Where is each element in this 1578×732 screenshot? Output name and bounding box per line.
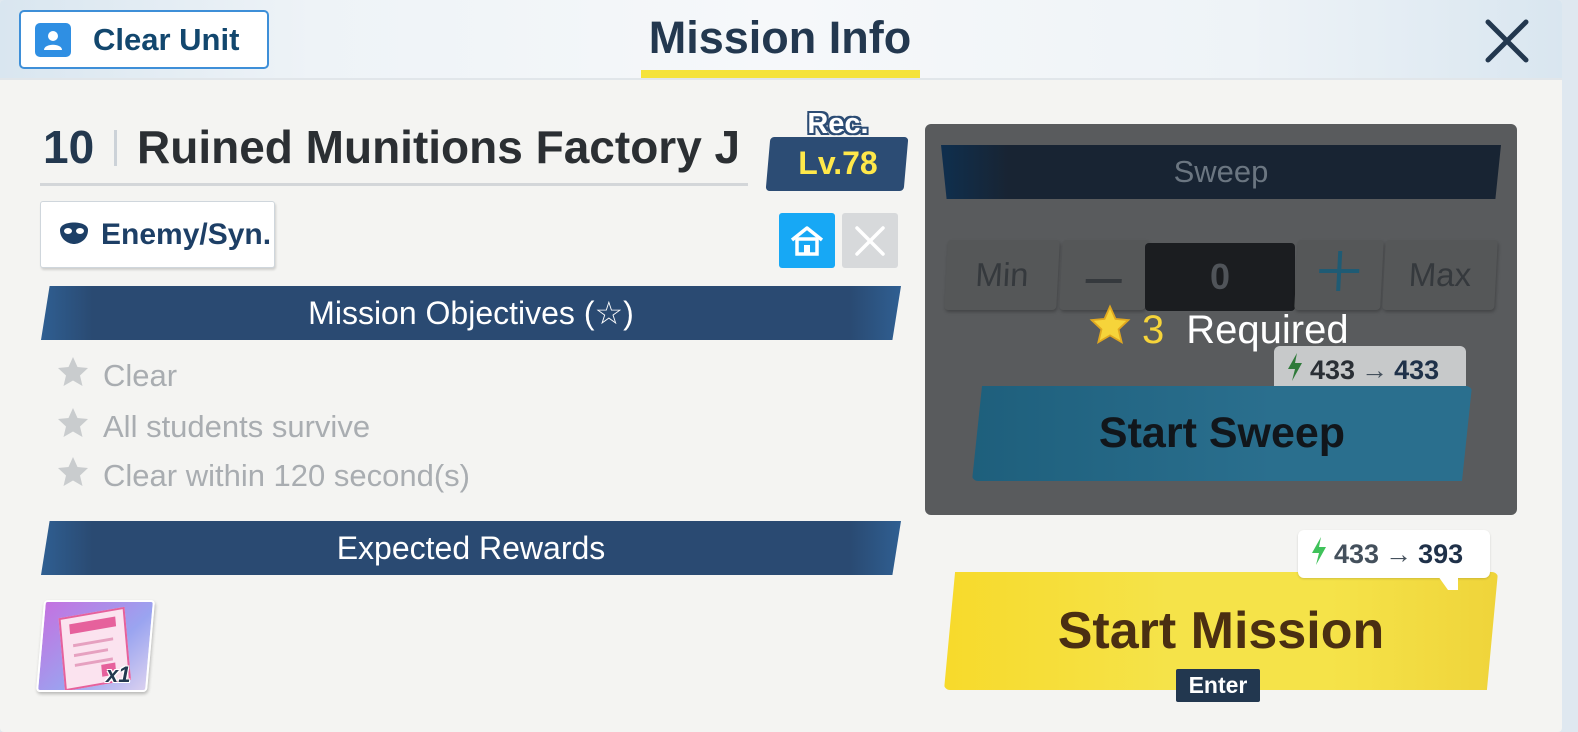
star-icon: [55, 405, 91, 449]
reward-quantity: x1: [106, 662, 131, 687]
start-sweep-button[interactable]: Start Sweep: [972, 386, 1472, 481]
objective-label: All students survive: [103, 409, 371, 444]
expected-rewards-label: Expected Rewards: [336, 529, 606, 566]
sweep-count-value: 0: [1209, 256, 1231, 297]
title-underline: [641, 70, 920, 78]
objective-label: Clear: [103, 358, 178, 393]
sweep-plus-button[interactable]: [1294, 240, 1384, 310]
expected-rewards-heading: Expected Rewards: [41, 521, 901, 575]
star-icon: [55, 354, 91, 398]
start-mission-label: Start Mission: [1057, 602, 1385, 660]
sweep-ap-to: 433: [1394, 354, 1440, 385]
disabled-x-icon[interactable]: [842, 213, 898, 268]
enemy-mask-icon: [57, 216, 91, 254]
user-icon: [35, 22, 71, 57]
enter-key-hint: Enter: [1176, 669, 1260, 702]
sweep-max-button[interactable]: Max: [1382, 240, 1498, 310]
clear-unit-label: Clear Unit: [93, 21, 240, 57]
sweep-min-button[interactable]: Min: [944, 240, 1060, 310]
sweep-min-label: Min: [974, 256, 1030, 293]
home-icon[interactable]: [779, 213, 835, 268]
arrow-right-icon: →: [1361, 354, 1389, 385]
lightning-icon: [1310, 536, 1328, 573]
clear-unit-button[interactable]: Clear Unit: [19, 10, 269, 69]
stage-divider: [40, 183, 748, 186]
plus-icon: [1316, 249, 1363, 301]
stage-separator: [114, 130, 117, 166]
sweep-header: Sweep: [941, 145, 1501, 199]
enemy-tag-label: Enemy/Syn.: [101, 217, 272, 251]
mission-ap-to: 393: [1418, 538, 1464, 569]
sweep-ap-from: 433: [1310, 354, 1356, 385]
reward-item-card[interactable]: [35, 600, 156, 692]
recommended-level: Lv.78: [798, 145, 878, 181]
stage-number: 10: [43, 121, 95, 173]
mission-objectives-heading: Mission Objectives (☆): [41, 286, 901, 340]
mission-objectives-label: Mission Objectives (☆): [308, 295, 634, 331]
start-sweep-label: Start Sweep: [1098, 409, 1346, 457]
enemy-info-button[interactable]: Enemy/Syn.: [40, 201, 275, 268]
star-icon: [55, 454, 91, 498]
gold-star-icon: [1088, 303, 1132, 357]
required-star-count: 3: [1142, 307, 1165, 352]
sweep-header-label: Sweep: [1173, 154, 1269, 189]
mission-info-dialog: Clear Unit Mission Info 10 Ruined Muniti…: [0, 0, 1562, 732]
lightning-icon: [1286, 352, 1304, 389]
recommended-label: Rec.: [807, 108, 869, 140]
objective-item: Clear within 120 second(s): [55, 454, 470, 498]
sweep-max-label: Max: [1407, 256, 1473, 293]
minus-icon: [1083, 256, 1125, 294]
stage-name: Ruined Munitions Factory J: [137, 121, 741, 173]
objective-item: Clear: [55, 354, 177, 398]
mission-ap-cost: 433 → 393: [1298, 530, 1490, 590]
objective-label: Clear within 120 second(s): [103, 458, 471, 493]
sweep-minus-button[interactable]: [1059, 240, 1149, 310]
arrow-right-icon: →: [1385, 538, 1413, 569]
sweep-count-field[interactable]: 0: [1145, 243, 1295, 311]
objective-item: All students survive: [55, 405, 370, 449]
bubble-tail: [1438, 576, 1458, 590]
enter-key-label: Enter: [1188, 672, 1248, 698]
mission-ap-from: 433: [1334, 538, 1380, 569]
close-icon[interactable]: [1480, 14, 1534, 68]
